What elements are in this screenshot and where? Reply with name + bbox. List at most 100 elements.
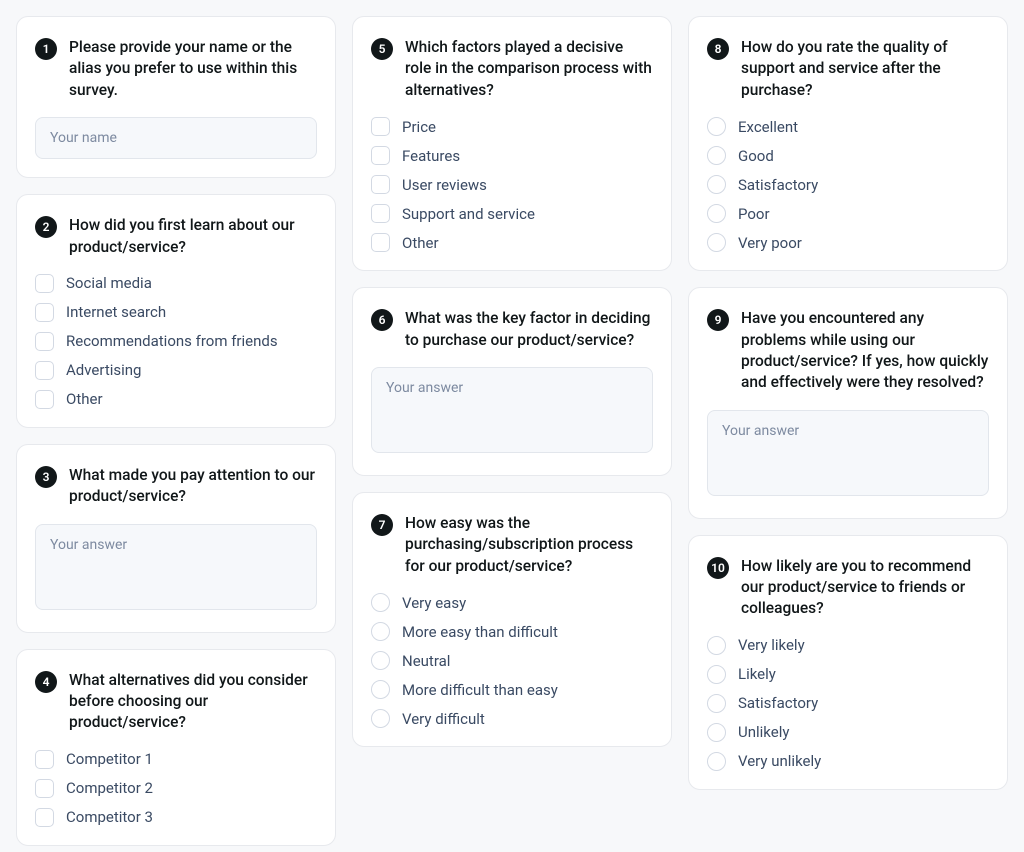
checkbox-option[interactable]: Internet search bbox=[35, 303, 317, 322]
checkbox-option[interactable]: Features bbox=[371, 146, 653, 165]
checkbox-control[interactable] bbox=[371, 146, 390, 165]
option-label: Unlikely bbox=[738, 723, 789, 741]
textarea-input[interactable] bbox=[707, 410, 989, 496]
option-label: Recommendations from friends bbox=[66, 332, 278, 350]
checkbox-option[interactable]: Advertising bbox=[35, 361, 317, 380]
radio-control[interactable] bbox=[707, 665, 726, 684]
question-card-3: 3 What made you pay attention to our prod… bbox=[16, 444, 336, 633]
radio-option[interactable]: Unlikely bbox=[707, 723, 989, 742]
checkbox-control[interactable] bbox=[35, 779, 54, 798]
option-label: Other bbox=[66, 390, 103, 408]
question-number-badge: 4 bbox=[35, 671, 57, 693]
radio-control[interactable] bbox=[371, 709, 390, 728]
radio-option[interactable]: Very easy bbox=[371, 593, 653, 612]
radio-control[interactable] bbox=[707, 752, 726, 771]
radio-control[interactable] bbox=[371, 651, 390, 670]
radio-control[interactable] bbox=[707, 723, 726, 742]
radio-option[interactable]: Excellent bbox=[707, 117, 989, 136]
radio-control[interactable] bbox=[371, 622, 390, 641]
option-label: Likely bbox=[738, 665, 776, 683]
question-header: 1Please provide your name or the alias y… bbox=[35, 37, 317, 101]
radio-option[interactable]: Very likely bbox=[707, 636, 989, 655]
checkbox-control[interactable] bbox=[371, 117, 390, 136]
checkbox-option[interactable]: Other bbox=[35, 390, 317, 409]
question-number-badge: 2 bbox=[35, 216, 57, 238]
radio-option[interactable]: Very unlikely bbox=[707, 752, 989, 771]
question-card-6: 6What was the key factor in deciding to … bbox=[352, 287, 672, 476]
question-number-badge: 7 bbox=[371, 514, 393, 536]
question-card-1: 1Please provide your name or the alias y… bbox=[16, 16, 336, 178]
question-card-9: 9Have you encountered any problems while… bbox=[688, 287, 1008, 519]
radio-option[interactable]: Very difficult bbox=[371, 709, 653, 728]
radio-option[interactable]: Neutral bbox=[371, 651, 653, 670]
question-title: What alternatives did you consider befor… bbox=[69, 670, 317, 734]
radio-control[interactable] bbox=[707, 636, 726, 655]
column-3: 8 How do you rate the quality of support … bbox=[688, 16, 1008, 846]
radio-control[interactable] bbox=[707, 233, 726, 252]
question-number-badge: 5 bbox=[371, 38, 393, 60]
radio-control[interactable] bbox=[707, 146, 726, 165]
question-title: Which factors played a decisive role in … bbox=[405, 37, 653, 101]
checkbox-control[interactable] bbox=[35, 750, 54, 769]
question-title: What was the key factor in deciding to p… bbox=[405, 308, 653, 351]
radio-option[interactable]: Good bbox=[707, 146, 989, 165]
question-header: 10 How likely are you to recommend our pr… bbox=[707, 556, 989, 620]
question-number-badge: 3 bbox=[35, 466, 57, 488]
checkbox-control[interactable] bbox=[35, 303, 54, 322]
question-title: How likely are you to recommend our prod… bbox=[741, 556, 989, 620]
text-input[interactable] bbox=[35, 117, 317, 159]
question-card-5: 5 Which factors played a decisive role in… bbox=[352, 16, 672, 271]
question-card-4: 4 What alternatives did you consider befo… bbox=[16, 649, 336, 846]
checkbox-control[interactable] bbox=[35, 274, 54, 293]
question-card-10: 10 How likely are you to recommend our pr… bbox=[688, 535, 1008, 790]
radio-option[interactable]: Very poor bbox=[707, 233, 989, 252]
radio-control[interactable] bbox=[707, 694, 726, 713]
question-header: 5 Which factors played a decisive role in… bbox=[371, 37, 653, 101]
checkbox-option[interactable]: User reviews bbox=[371, 175, 653, 194]
checkbox-option[interactable]: Competitor 2 bbox=[35, 779, 317, 798]
option-label: Satisfactory bbox=[738, 694, 818, 712]
checkbox-control[interactable] bbox=[35, 808, 54, 827]
checkbox-control[interactable] bbox=[371, 175, 390, 194]
radio-option[interactable]: Poor bbox=[707, 204, 989, 223]
radio-control[interactable] bbox=[707, 175, 726, 194]
checkbox-control[interactable] bbox=[371, 233, 390, 252]
checkbox-option[interactable]: Price bbox=[371, 117, 653, 136]
checkbox-control[interactable] bbox=[371, 204, 390, 223]
checkbox-option[interactable]: Competitor 3 bbox=[35, 808, 317, 827]
question-number-badge: 10 bbox=[707, 557, 729, 579]
checkbox-option[interactable]: Recommendations from friends bbox=[35, 332, 317, 351]
checkbox-control[interactable] bbox=[35, 390, 54, 409]
option-label: Good bbox=[738, 147, 774, 165]
checkbox-control[interactable] bbox=[35, 361, 54, 380]
textarea-input[interactable] bbox=[35, 524, 317, 610]
checkbox-control[interactable] bbox=[35, 332, 54, 351]
radio-control[interactable] bbox=[707, 204, 726, 223]
question-title: What made you pay attention to our produ… bbox=[69, 465, 317, 508]
option-label: Very poor bbox=[738, 234, 802, 252]
option-label: Support and service bbox=[402, 205, 535, 223]
options-list: Very easy More easy than difficult Neutral… bbox=[371, 593, 653, 728]
option-label: Features bbox=[402, 147, 460, 165]
question-number-badge: 8 bbox=[707, 38, 729, 60]
option-label: Competitor 1 bbox=[66, 750, 153, 768]
radio-option[interactable]: More difficult than easy bbox=[371, 680, 653, 699]
question-number-badge: 9 bbox=[707, 309, 729, 331]
radio-control[interactable] bbox=[707, 117, 726, 136]
radio-control[interactable] bbox=[371, 593, 390, 612]
option-label: Internet search bbox=[66, 303, 166, 321]
checkbox-option[interactable]: Support and service bbox=[371, 204, 653, 223]
checkbox-option[interactable]: Competitor 1 bbox=[35, 750, 317, 769]
option-label: More easy than difficult bbox=[402, 623, 558, 641]
radio-option[interactable]: Satisfactory bbox=[707, 694, 989, 713]
checkbox-option[interactable]: Social media bbox=[35, 274, 317, 293]
checkbox-option[interactable]: Other bbox=[371, 233, 653, 252]
radio-option[interactable]: More easy than difficult bbox=[371, 622, 653, 641]
radio-option[interactable]: Satisfactory bbox=[707, 175, 989, 194]
question-title: How do you rate the quality of support a… bbox=[741, 37, 989, 101]
radio-option[interactable]: Likely bbox=[707, 665, 989, 684]
textarea-input[interactable] bbox=[371, 367, 653, 453]
options-list: Competitor 1 Competitor 2 Competitor 3 bbox=[35, 750, 317, 827]
question-card-2: 2How did you first learn about our produ… bbox=[16, 194, 336, 428]
radio-control[interactable] bbox=[371, 680, 390, 699]
